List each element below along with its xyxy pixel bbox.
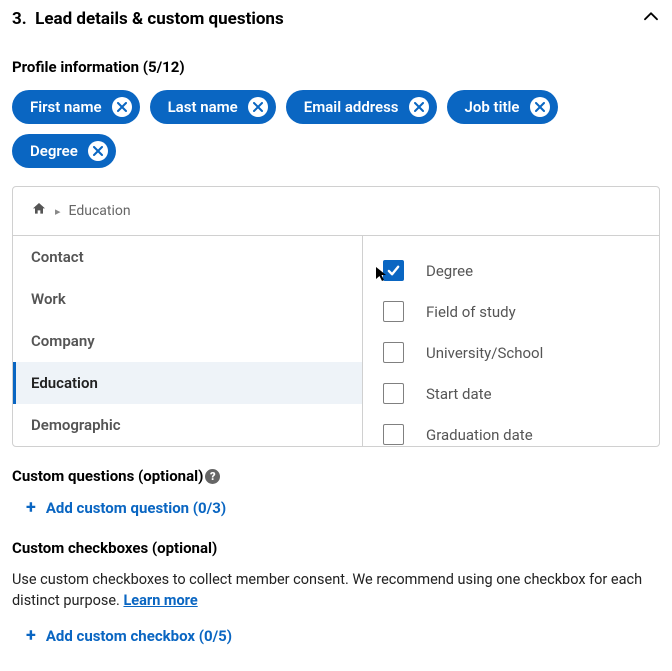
home-icon[interactable] [31,201,47,221]
remove-icon[interactable] [248,97,268,117]
learn-more-link[interactable]: Learn more [123,592,197,609]
add-custom-checkbox-button[interactable]: + Add custom checkbox (0/5) [12,625,660,651]
custom-checkboxes-description: Use custom checkboxes to collect member … [12,569,660,611]
profile-chip[interactable]: Degree [12,134,116,168]
category-item[interactable]: Work [13,278,362,320]
plus-icon: + [26,499,36,517]
field-label: Degree [426,262,473,280]
remove-icon[interactable] [112,97,132,117]
plus-icon: + [26,627,36,645]
help-icon[interactable]: ? [205,469,220,484]
profile-chip[interactable]: Email address [286,90,437,124]
category-item[interactable]: Demographic [13,404,362,446]
chip-label: Email address [304,98,399,116]
chip-label: First name [30,98,102,116]
chip-label: Job title [465,98,520,116]
custom-questions-heading: Custom questions (optional) ? [12,467,220,485]
field-list: Degree Field of study University/School Sta… [363,236,659,446]
remove-icon[interactable] [530,97,550,117]
field-checkbox[interactable] [383,383,404,404]
field-checkbox[interactable] [383,260,404,281]
profile-chip[interactable]: Last name [150,90,276,124]
custom-checkboxes-heading: Custom checkboxes (optional) [12,539,217,557]
field-checkbox[interactable] [383,424,404,445]
category-item[interactable]: Education [13,362,362,404]
field-row[interactable]: University/School [377,332,655,373]
chip-label: Degree [30,142,78,160]
breadcrumb: ▸ Education [13,187,659,236]
remove-icon[interactable] [409,97,429,117]
field-row[interactable]: Start date [377,373,655,414]
field-row[interactable]: Graduation date [377,414,655,446]
profile-chips: First name Last name Email address Job titl… [12,90,660,168]
field-label: Field of study [426,303,516,321]
chevron-right-icon: ▸ [55,205,61,218]
field-label: University/School [426,344,543,362]
profile-chip[interactable]: Job title [447,90,558,124]
category-item[interactable]: Company [13,320,362,362]
category-item[interactable]: Contact [13,236,362,278]
section-title: 3. Lead details & custom questions [12,9,284,29]
section-header[interactable]: 3. Lead details & custom questions [12,8,660,30]
field-row[interactable]: Degree [377,250,655,291]
breadcrumb-current: Education [69,203,131,219]
field-picker-panel: ▸ Education ContactWorkCompanyEducationD… [12,186,660,447]
field-label: Graduation date [426,426,533,444]
chip-label: Last name [168,98,238,116]
category-list: ContactWorkCompanyEducationDemographic [13,236,363,446]
add-custom-question-button[interactable]: + Add custom question (0/3) [12,497,660,539]
field-label: Start date [426,385,492,403]
profile-info-heading: Profile information (5/12) [12,58,660,76]
chevron-up-icon[interactable] [642,8,660,30]
field-checkbox[interactable] [383,301,404,322]
field-checkbox[interactable] [383,342,404,363]
remove-icon[interactable] [88,141,108,161]
profile-chip[interactable]: First name [12,90,140,124]
field-row[interactable]: Field of study [377,291,655,332]
